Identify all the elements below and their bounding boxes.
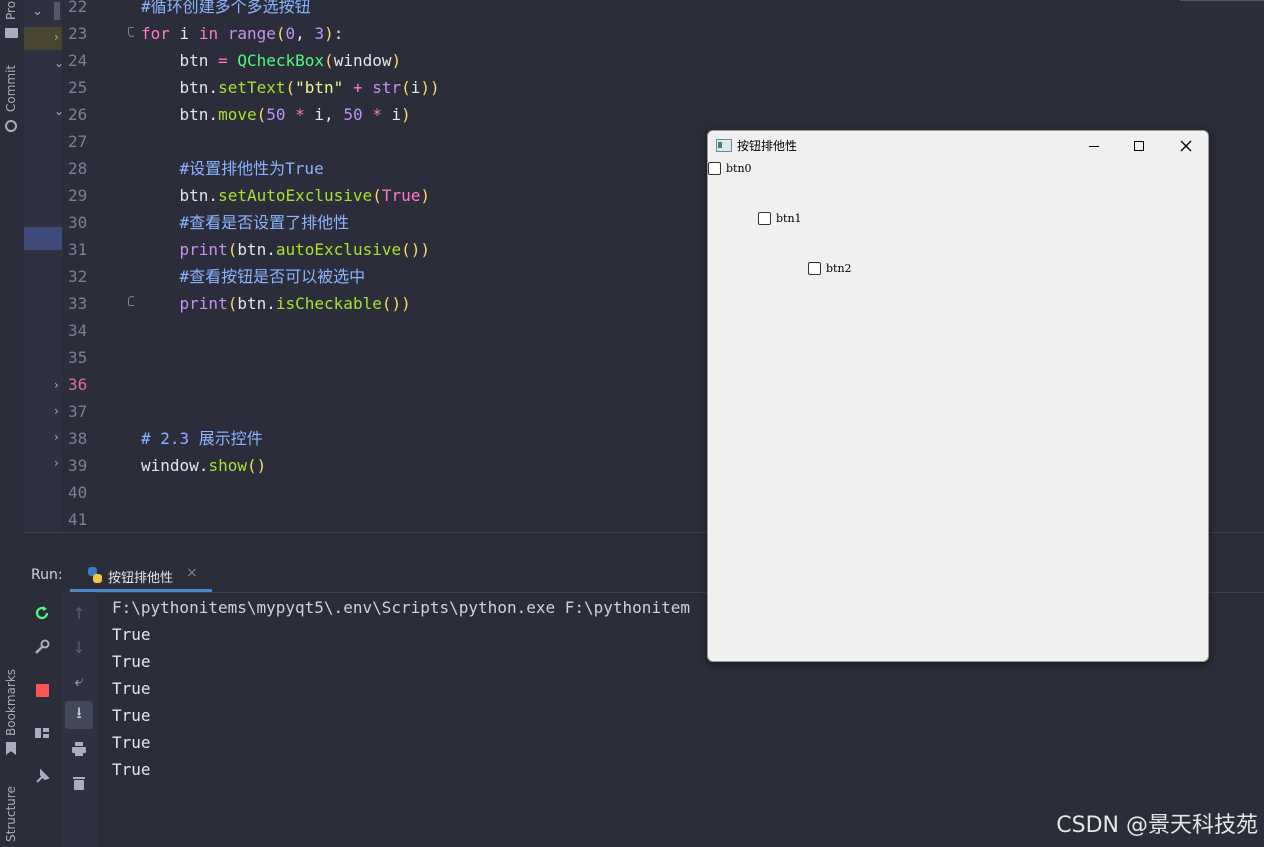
- close-button[interactable]: [1164, 131, 1208, 161]
- chevron-right-icon[interactable]: ›: [54, 456, 59, 470]
- maximize-icon: [1134, 141, 1144, 151]
- tree-header: ⌄: [24, 0, 62, 26]
- soft-wrap-icon[interactable]: ⤶: [68, 670, 90, 692]
- line-number: 38: [68, 429, 88, 448]
- arrow-down-icon[interactable]: ↓: [68, 636, 90, 658]
- minimize-icon: [1089, 145, 1099, 147]
- trash-icon[interactable]: [68, 772, 90, 794]
- commit-tool-tab[interactable]: Commit: [4, 65, 18, 112]
- bookmark-icon: [6, 742, 16, 755]
- run-tab-label: 按钮排他性: [108, 571, 174, 586]
- line-number: 39: [68, 456, 88, 475]
- code-line: window.show(): [141, 456, 267, 475]
- bookmarks-tool-tab[interactable]: Bookmarks: [4, 669, 18, 736]
- checkbox-btn0[interactable]: btn0: [708, 162, 752, 175]
- console-output-line: True: [112, 625, 151, 644]
- console-output-line: True: [112, 706, 151, 725]
- code-line: #循环创建多个多选按钮: [141, 0, 311, 16]
- chevron-down-icon[interactable]: ⌄: [32, 4, 43, 19]
- folder-icon: [5, 28, 18, 38]
- qt-window-title: 按钮排他性: [737, 139, 798, 153]
- run-label: Run:: [31, 567, 63, 583]
- print-icon[interactable]: [68, 738, 90, 760]
- stop-icon[interactable]: [31, 679, 53, 701]
- run-tab[interactable]: 按钮排他性 ×: [70, 558, 212, 592]
- console-output-line: True: [112, 679, 151, 698]
- code-line: #设置排他性为True: [179, 159, 324, 178]
- line-number: 24: [68, 51, 88, 70]
- close-icon[interactable]: ×: [186, 565, 198, 581]
- qt-window[interactable]: 按钮排他性 btn0 btn1 btn2: [707, 130, 1209, 662]
- code-line: btn.setAutoExclusive(True): [141, 186, 430, 205]
- line-number: 23: [68, 24, 88, 43]
- line-number: 40: [68, 483, 88, 502]
- code-line: btn.move(50 * i, 50 * i): [141, 105, 411, 124]
- console-output-line: True: [112, 760, 151, 779]
- chevron-right-icon[interactable]: ›: [54, 30, 59, 44]
- code-line: print(btn.autoExclusive()): [179, 240, 431, 259]
- run-toolbar-primary: [24, 592, 62, 847]
- chevron-right-icon[interactable]: ›: [54, 378, 59, 392]
- line-number: 37: [68, 402, 88, 421]
- left-tool-strip: Pro Commit Bookmarks Structure: [0, 0, 25, 847]
- code-line: print(btn.isCheckable()): [179, 294, 411, 313]
- checkbox-box[interactable]: [808, 262, 821, 275]
- chevron-right-icon[interactable]: ›: [54, 430, 59, 444]
- scroll-to-end-icon[interactable]: ⭳: [65, 701, 93, 729]
- console-output-line: True: [112, 733, 151, 752]
- top-edge-line: [1180, 0, 1264, 1]
- checkbox-btn2[interactable]: btn2: [808, 262, 852, 275]
- layout-icon[interactable]: [31, 722, 53, 744]
- project-tool-tab[interactable]: Pro: [4, 1, 18, 20]
- checkbox-label: btn0: [726, 162, 752, 175]
- project-tree-panel: ⌄ › ⌄ ⌄ › › › ›: [24, 0, 64, 532]
- line-number: 31: [68, 240, 88, 259]
- run-toolbar-secondary: ↑ ↓ ⤶ ⭳: [61, 592, 97, 847]
- line-number: 35: [68, 348, 88, 367]
- line-number: 26: [68, 105, 88, 124]
- line-number-current: 36: [68, 375, 88, 394]
- qt-window-titlebar[interactable]: 按钮排他性: [708, 131, 1208, 161]
- structure-tool-tab[interactable]: Structure: [4, 786, 18, 842]
- line-number: 28: [68, 159, 88, 178]
- line-number: 22: [68, 0, 88, 16]
- checkbox-btn1[interactable]: btn1: [758, 212, 802, 225]
- line-number: 30: [68, 213, 88, 232]
- code-line: #查看是否设置了排他性: [179, 213, 350, 232]
- line-number: 41: [68, 510, 88, 529]
- console-command-line: F:\pythonitems\mypyqt5\.env\Scripts\pyth…: [112, 598, 690, 617]
- wrench-icon[interactable]: [31, 636, 53, 658]
- line-number: 25: [68, 78, 88, 97]
- line-number: 29: [68, 186, 88, 205]
- code-line: #查看按钮是否可以被选中: [179, 267, 366, 286]
- app-icon: [716, 139, 732, 152]
- python-icon: [86, 566, 104, 584]
- checkbox-box[interactable]: [758, 212, 771, 225]
- line-number: 33: [68, 294, 88, 313]
- line-number: 34: [68, 321, 88, 340]
- checkbox-box[interactable]: [708, 162, 721, 175]
- checkbox-label: btn2: [826, 262, 852, 275]
- console-output-line: True: [112, 652, 151, 671]
- minimize-button[interactable]: [1074, 131, 1114, 161]
- commit-icon: [5, 120, 17, 132]
- arrow-up-icon[interactable]: ↑: [68, 602, 90, 624]
- tree-row-selected[interactable]: [24, 227, 62, 250]
- code-line: for i in range(0, 3):: [141, 24, 344, 43]
- line-number: 32: [68, 267, 88, 286]
- code-line: btn = QCheckBox(window): [141, 51, 402, 70]
- pin-icon[interactable]: [31, 766, 53, 788]
- checkbox-label: btn1: [776, 212, 802, 225]
- rerun-icon[interactable]: [31, 602, 53, 624]
- watermark: CSDN @景天科技苑: [1056, 813, 1258, 838]
- line-number: 27: [68, 132, 88, 151]
- maximize-button[interactable]: [1119, 131, 1159, 161]
- chevron-right-icon[interactable]: ›: [54, 404, 59, 418]
- tree-scroll-marker: [54, 2, 60, 20]
- close-icon: [1180, 140, 1192, 152]
- line-number-gutter: 22 23 24 25 26 27 28 29 30 31 32 33 34 3…: [62, 0, 136, 532]
- code-line: # 2.3 展示控件: [141, 429, 263, 448]
- code-line: btn.setText("btn" + str(i)): [141, 78, 440, 97]
